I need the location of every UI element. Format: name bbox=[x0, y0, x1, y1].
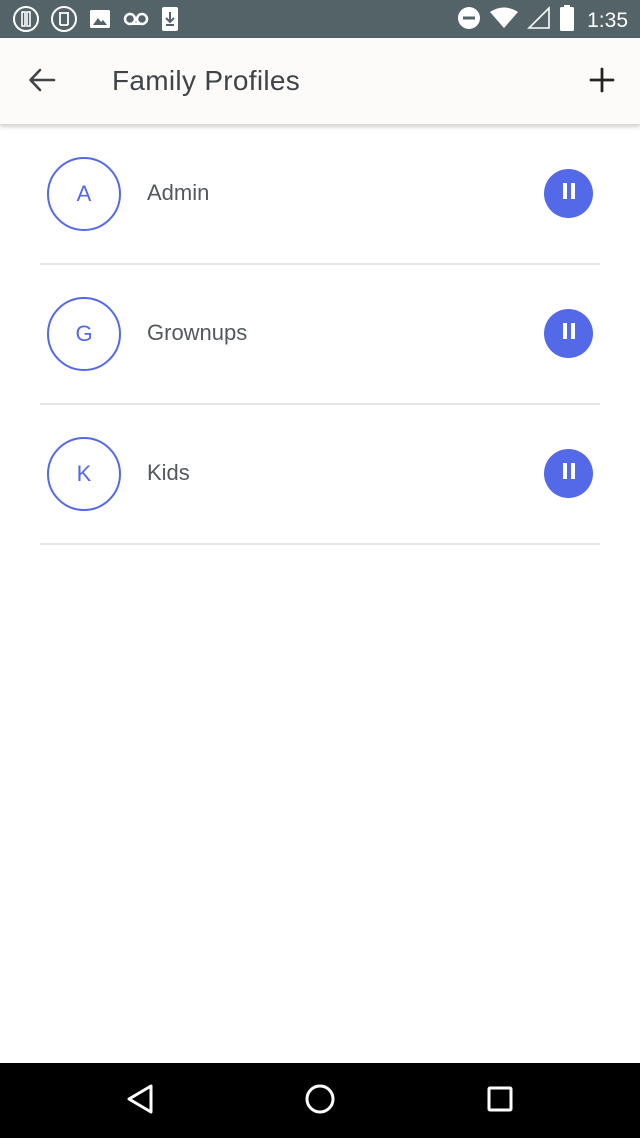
recents-nav-button[interactable] bbox=[480, 1081, 520, 1121]
circle-home-icon bbox=[304, 1083, 336, 1120]
home-nav-button[interactable] bbox=[300, 1081, 340, 1121]
triangle-back-icon bbox=[125, 1083, 155, 1120]
divider bbox=[40, 543, 600, 545]
plus-icon bbox=[589, 67, 615, 98]
profile-row-kids[interactable]: K Kids bbox=[0, 405, 640, 545]
wifi-icon bbox=[489, 6, 519, 35]
add-profile-button[interactable] bbox=[580, 60, 624, 104]
page-title: Family Profiles bbox=[112, 65, 301, 96]
pause-icon bbox=[559, 321, 579, 346]
profile-row-admin[interactable]: A Admin bbox=[0, 125, 640, 265]
status-right-icons: 1:35 bbox=[457, 5, 628, 36]
battery-icon bbox=[559, 5, 575, 36]
avatar: K bbox=[47, 437, 121, 511]
status-left-icons bbox=[12, 5, 180, 38]
status-time: 1:35 bbox=[587, 8, 628, 32]
pause-button[interactable] bbox=[544, 449, 593, 498]
arrow-left-icon bbox=[28, 66, 56, 99]
app-bar: Family Profiles bbox=[0, 38, 640, 125]
avatar: A bbox=[47, 157, 121, 231]
signal-icon bbox=[527, 6, 551, 35]
profile-list: A Admin G Grownups K Kids bbox=[0, 125, 640, 545]
navigation-bar bbox=[0, 1063, 640, 1138]
status-bar: 1:35 bbox=[0, 0, 640, 38]
back-nav-button[interactable] bbox=[120, 1081, 160, 1121]
image-icon bbox=[88, 7, 112, 36]
download-icon bbox=[160, 6, 180, 37]
profile-row-grownups[interactable]: G Grownups bbox=[0, 265, 640, 405]
profile-name: Kids bbox=[147, 460, 190, 485]
notification-icon bbox=[12, 5, 40, 38]
pause-button[interactable] bbox=[544, 309, 593, 358]
do-not-disturb-icon bbox=[457, 6, 481, 35]
avatar: G bbox=[47, 297, 121, 371]
voicemail-icon bbox=[122, 7, 150, 36]
pause-icon bbox=[559, 461, 579, 486]
notification-icon bbox=[50, 5, 78, 38]
profile-name: Grownups bbox=[147, 320, 248, 345]
profile-name: Admin bbox=[147, 180, 210, 205]
pause-button[interactable] bbox=[544, 169, 593, 218]
square-recents-icon bbox=[486, 1085, 514, 1118]
pause-icon bbox=[559, 181, 579, 206]
back-button[interactable] bbox=[20, 60, 64, 104]
